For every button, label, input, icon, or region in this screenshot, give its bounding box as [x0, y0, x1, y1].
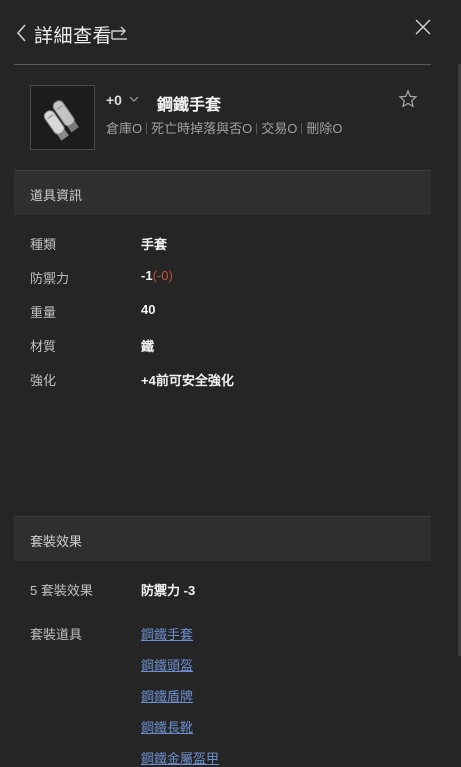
header-bar: 詳細查看 — [14, 0, 431, 65]
info-label: 防禦力 — [30, 271, 70, 286]
item-image — [30, 85, 95, 150]
divider — [301, 123, 303, 134]
info-value: 手套 — [141, 237, 168, 252]
set-item-link[interactable]: 鋼鐵金屬盔甲 — [141, 748, 219, 767]
info-label: 材質 — [30, 339, 57, 354]
info-value: 鐵 — [141, 339, 155, 354]
info-value: +4前可安全強化 — [141, 373, 234, 388]
set-effect-heading: 套裝效果 — [30, 534, 83, 549]
enhance-level-select[interactable]: +0 — [106, 92, 122, 108]
page-title: 詳細查看 — [34, 26, 113, 47]
set-effect-label: 5 套裝效果 — [30, 583, 93, 598]
share-icon[interactable] — [110, 23, 130, 41]
glove-item-icon — [43, 100, 79, 141]
item-info-heading: 道具資訊 — [30, 188, 83, 203]
star-icon[interactable] — [398, 89, 418, 109]
info-label: 強化 — [30, 373, 57, 388]
info-label: 種類 — [30, 237, 57, 252]
attr-trade: 交易O — [261, 121, 298, 136]
attr-delete: 刪除O — [306, 121, 343, 136]
divider — [146, 123, 148, 134]
close-icon[interactable] — [414, 18, 432, 36]
set-effect-value: 防禦力 -3 — [141, 583, 196, 598]
defense-modifier: (-0) — [152, 268, 173, 283]
set-item-link[interactable]: 鋼鐵手套 — [141, 624, 193, 643]
defense-value: -1 — [141, 268, 153, 283]
set-item-link[interactable]: 鋼鐵盾牌 — [141, 686, 193, 705]
back-chevron-icon[interactable] — [14, 22, 32, 44]
set-item-link[interactable]: 鋼鐵長靴 — [141, 717, 193, 736]
set-items-label: 套裝道具 — [30, 627, 83, 642]
chevron-down-icon[interactable] — [128, 93, 140, 105]
set-item-link[interactable]: 鋼鐵頭盔 — [141, 655, 193, 674]
attr-drop-on-death: 死亡時掉落與否O — [151, 121, 253, 136]
set-effect-header: 套裝效果 — [14, 516, 431, 561]
item-name: 鋼鐵手套 — [157, 97, 222, 114]
divider — [256, 123, 258, 134]
info-value: 40 — [141, 302, 156, 317]
item-info-header: 道具資訊 — [14, 170, 431, 215]
info-label: 重量 — [30, 305, 57, 320]
info-value: -1(-0) — [141, 268, 173, 283]
item-attributes: 倉庫O 死亡時掉落與否O 交易O 刪除O — [106, 118, 343, 137]
attr-warehouse: 倉庫O — [106, 121, 143, 136]
